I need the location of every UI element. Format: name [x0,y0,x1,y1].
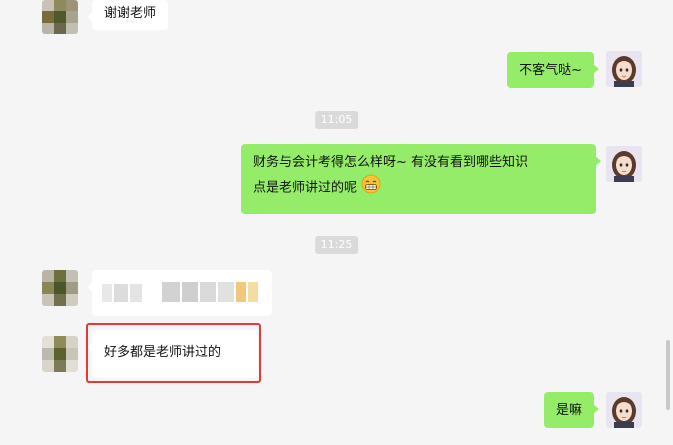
message-bubble[interactable]: 是嘛 [543,392,600,428]
highlight-box [86,323,261,383]
timestamp: 11:25 [314,236,359,254]
contact-avatar[interactable] [42,336,78,372]
message-text: 不客气哒~ [519,63,582,78]
message-text: 谢谢老师 [104,6,157,21]
scrollbar[interactable] [666,340,670,410]
message-text: 财务与会计考得怎么样呀~ 有没有看到哪些知识 [253,155,529,170]
blurred-content [102,280,260,306]
message-text: 点是老师讲过的呢 [253,180,358,196]
user-avatar[interactable] [606,146,642,182]
timestamp: 11:05 [314,111,359,129]
user-avatar[interactable] [606,51,642,87]
blurred-message-bubble[interactable] [87,270,272,316]
contact-avatar[interactable] [42,270,78,306]
contact-avatar[interactable] [42,0,78,34]
message-bubble[interactable]: 谢谢老师 [86,0,169,30]
message-bubble[interactable]: 财务与会计考得怎么样呀~ 有没有看到哪些知识 点是老师讲过的呢 [241,144,601,214]
message-bubble[interactable]: 不客气哒~ [507,52,599,88]
grinning-face-icon [361,174,381,202]
message-text: 是嘛 [555,403,582,418]
user-avatar[interactable] [606,392,642,428]
